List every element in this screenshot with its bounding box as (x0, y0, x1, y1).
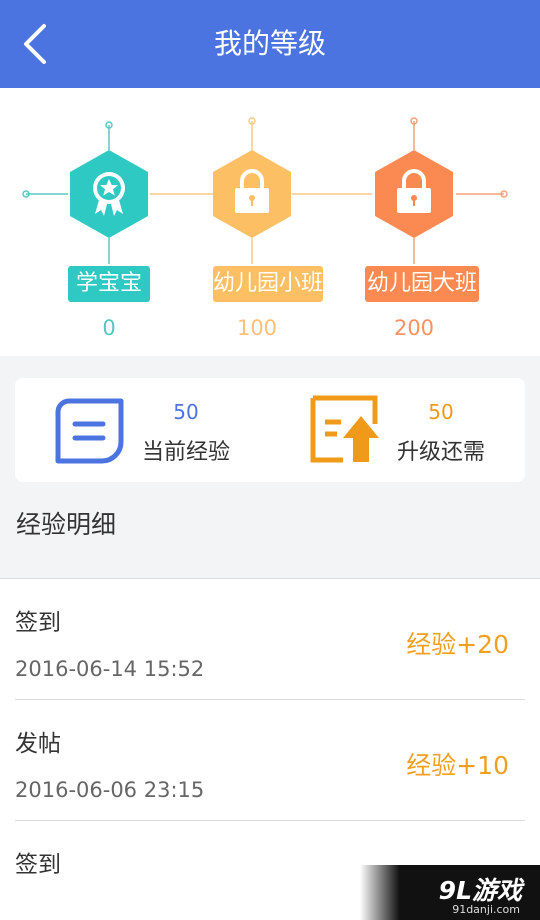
level-name: 幼儿园大班 (365, 266, 479, 302)
watermark-url: 91danji.com (452, 903, 520, 916)
level-score: 100 (236, 316, 278, 340)
app-header: 我的等级 (0, 0, 540, 88)
current-exp-label: 当前经验 (142, 440, 231, 465)
record-action: 发帖 (15, 731, 61, 757)
record-action: 签到 (15, 610, 61, 636)
record-time: 2016-06-14 15:52 (15, 657, 205, 681)
level-score: 0 (102, 316, 116, 340)
hexagon-badge (213, 150, 291, 238)
experience-detail-heading: 经验明细 (16, 510, 117, 539)
upgrade-needed-value: 50 (428, 400, 454, 424)
list-item: 签到 2016-06-14 15:52 经验+20 (15, 579, 525, 700)
list-item: 发帖 2016-06-06 23:15 经验+10 (15, 700, 525, 821)
record-time: 2016-06-06 23:15 (15, 778, 205, 802)
page-title: 我的等级 (213, 27, 326, 60)
record-gain: 经验+20 (406, 630, 509, 659)
record-action: 签到 (15, 852, 61, 878)
hexagon-badge (70, 150, 148, 238)
level-score: 200 (393, 316, 435, 340)
experience-summary-card: 50 当前经验 50 升级还需 (15, 378, 525, 482)
level-item-xuebaobao: 学宝宝 0 (54, 88, 164, 356)
level-item-kindergarten-big: 幼儿园大班 200 (359, 88, 479, 356)
level-name: 幼儿园小班 (213, 266, 323, 302)
current-exp-value: 50 (173, 400, 199, 424)
level-item-kindergarten-small: 幼儿园小班 100 (197, 88, 323, 356)
note-icon (55, 398, 124, 464)
level-track: 学宝宝 0 幼儿园小班 100 幼儿园大班 200 (0, 88, 540, 356)
watermark-logo: 9L游戏 (438, 876, 522, 905)
record-gain: 经验+10 (406, 751, 509, 780)
level-name: 学宝宝 (68, 266, 150, 302)
upgrade-needed-label: 升级还需 (397, 440, 486, 465)
hexagon-badge (375, 150, 453, 238)
site-watermark: 9L游戏 91danji.com (360, 865, 540, 920)
upgrade-arrow-icon (310, 395, 379, 463)
